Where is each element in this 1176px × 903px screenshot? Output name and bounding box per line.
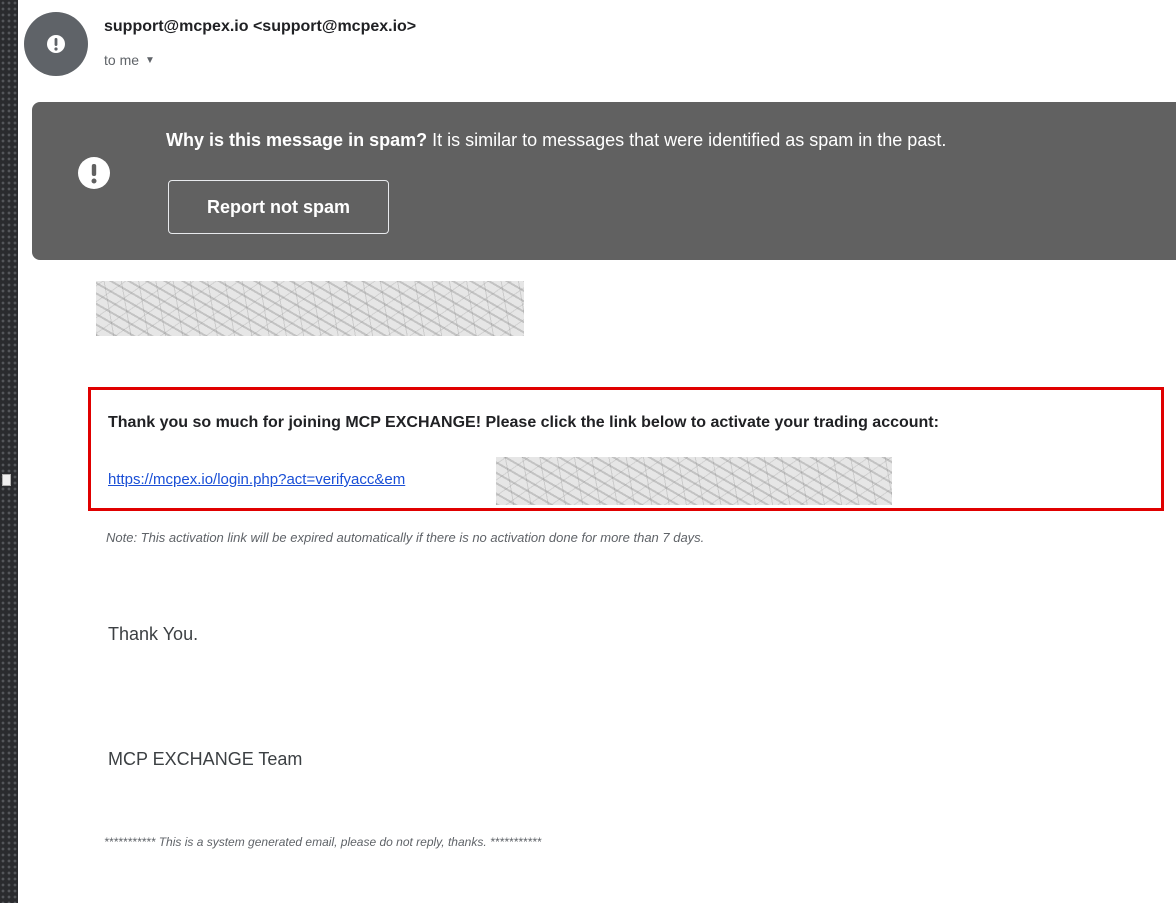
sender-avatar[interactable]: [24, 12, 88, 76]
redacted-link-part: [496, 457, 892, 505]
recipient-label: to me: [104, 52, 140, 68]
caret-down-icon: ▼: [145, 54, 155, 66]
redacted-logo-area: [96, 281, 524, 336]
activation-link[interactable]: https://mcpex.io/login.php?act=verifyacc…: [108, 471, 405, 488]
email-panel: support@mcpex.io <support@mcpex.io> to m…: [2, 0, 1176, 903]
spam-reason-text: Why is this message in spam? It is simil…: [166, 130, 946, 151]
thanks-text: Thank You.: [108, 624, 199, 644]
spam-warning-banner: Why is this message in spam? It is simil…: [32, 102, 1176, 260]
exclamation-icon: [78, 157, 110, 189]
recipient-details-toggle[interactable]: to me ▼: [104, 52, 155, 68]
spam-question: Why is this message in spam?: [166, 130, 428, 150]
spam-explanation: It is similar to messages that were iden…: [427, 130, 947, 150]
side-marker: [2, 474, 11, 486]
expiry-note: Note: This activation link will be expir…: [106, 530, 705, 545]
report-not-spam-button[interactable]: Report not spam: [168, 180, 389, 234]
activation-intro-text: Thank you so much for joining MCP EXCHAN…: [108, 414, 939, 431]
sender-address: support@mcpex.io <support@mcpex.io>: [104, 18, 417, 35]
signature-text: MCP EXCHANGE Team: [108, 749, 303, 769]
system-footer: *********** This is a system generated e…: [104, 835, 542, 849]
exclamation-icon: [47, 35, 65, 53]
